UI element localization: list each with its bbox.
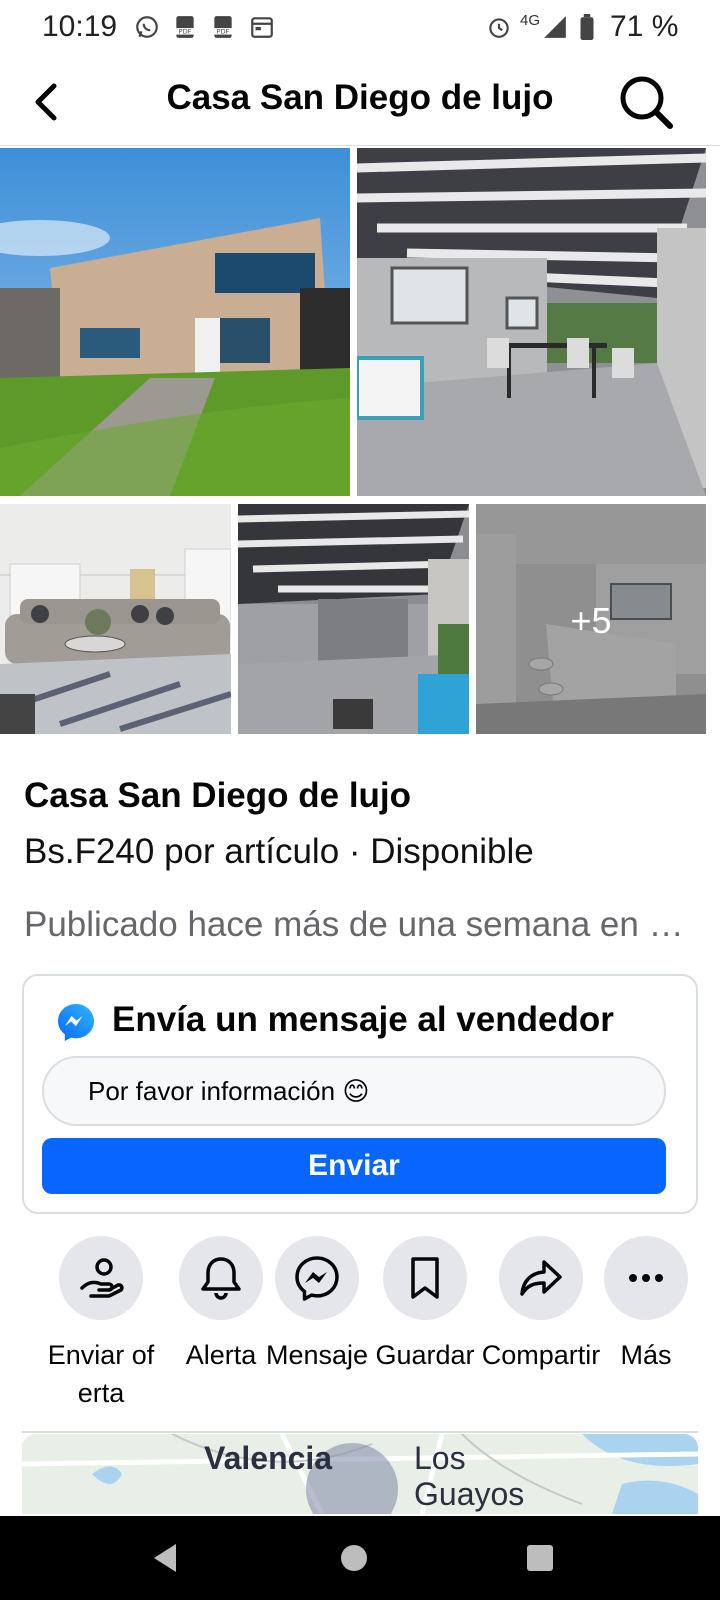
status-bar: 10:19 PDF PDF 4G 71 % <box>0 0 720 56</box>
alarm-icon <box>489 18 509 38</box>
section-divider <box>22 1431 698 1433</box>
messenger-icon <box>295 1256 339 1301</box>
battery-icon <box>580 14 594 40</box>
status-time: 10:19 <box>42 10 118 43</box>
message-button[interactable]: Mensaje <box>257 1236 377 1374</box>
save-button[interactable]: Guardar <box>365 1236 485 1374</box>
action-circle <box>179 1236 263 1320</box>
system-navigation-bar <box>0 1516 720 1600</box>
listing-photo-living-room[interactable] <box>0 504 231 734</box>
top-app-bar: Casa San Diego de lujo <box>0 58 720 146</box>
search-icon[interactable] <box>616 72 676 132</box>
pdf-icon: PDF <box>174 16 196 38</box>
hand-offer-icon <box>80 1258 124 1298</box>
action-label: Más <box>620 1340 672 1370</box>
listing-posted-time: Publicado hace más de una semana en San … <box>24 905 694 944</box>
message-input[interactable] <box>42 1056 666 1126</box>
listing-photo-terrace[interactable] <box>357 148 706 496</box>
calendar-icon <box>251 17 273 38</box>
nav-recents-icon[interactable] <box>520 1538 560 1578</box>
nav-back-icon[interactable] <box>146 1538 186 1578</box>
more-button[interactable]: Más <box>586 1236 706 1374</box>
action-circle <box>604 1236 688 1320</box>
listing-photo-kitchen[interactable]: +5 <box>476 504 706 734</box>
action-circle <box>275 1236 359 1320</box>
listing-price: Bs.F240 por artículo · Disponible <box>24 832 534 871</box>
page-title: Casa San Diego de lujo <box>166 78 554 117</box>
action-circle <box>383 1236 467 1320</box>
svg-text:PDF: PDF <box>179 28 192 36</box>
action-label: Guardar <box>375 1340 475 1370</box>
battery-percent: 71 % <box>610 10 679 43</box>
share-button[interactable]: Compartir <box>481 1236 601 1374</box>
message-seller-card: Envía un mensaje al vendedor Enviar <box>22 974 698 1214</box>
pdf-icon: PDF <box>212 16 234 38</box>
listing-photo-patio-pool[interactable] <box>238 504 469 734</box>
send-message-button[interactable]: Enviar <box>42 1138 666 1194</box>
messenger-icon <box>58 1004 94 1041</box>
svg-text:PDF: PDF <box>217 28 230 36</box>
listing-photo-exterior[interactable] <box>0 148 350 496</box>
network-type: 4G <box>520 12 541 29</box>
action-label: Compartir <box>481 1340 601 1370</box>
make-offer-button[interactable]: Enviar oferta <box>41 1236 161 1412</box>
share-icon <box>520 1260 562 1296</box>
nav-home-icon[interactable] <box>334 1538 374 1578</box>
action-label: Mensaje <box>265 1340 369 1370</box>
whatsapp-icon <box>136 16 158 38</box>
map-label-valencia: Valencia <box>204 1440 333 1476</box>
action-label: Enviar oferta <box>47 1340 155 1408</box>
action-circle <box>499 1236 583 1320</box>
listing-title: Casa San Diego de lujo <box>24 776 412 815</box>
bell-icon <box>201 1257 241 1300</box>
more-icon <box>629 1274 663 1282</box>
back-arrow-icon[interactable] <box>22 74 78 130</box>
map-label-los-guayos: Los Guayos <box>414 1440 525 1512</box>
more-photos-count: +5 <box>570 600 612 641</box>
location-map[interactable]: Valencia Los Guayos <box>22 1434 698 1514</box>
message-card-title: Envía un mensaje al vendedor <box>112 1000 614 1039</box>
bookmark-icon <box>411 1257 439 1299</box>
action-circle <box>59 1236 143 1320</box>
signal-icon <box>544 16 566 38</box>
